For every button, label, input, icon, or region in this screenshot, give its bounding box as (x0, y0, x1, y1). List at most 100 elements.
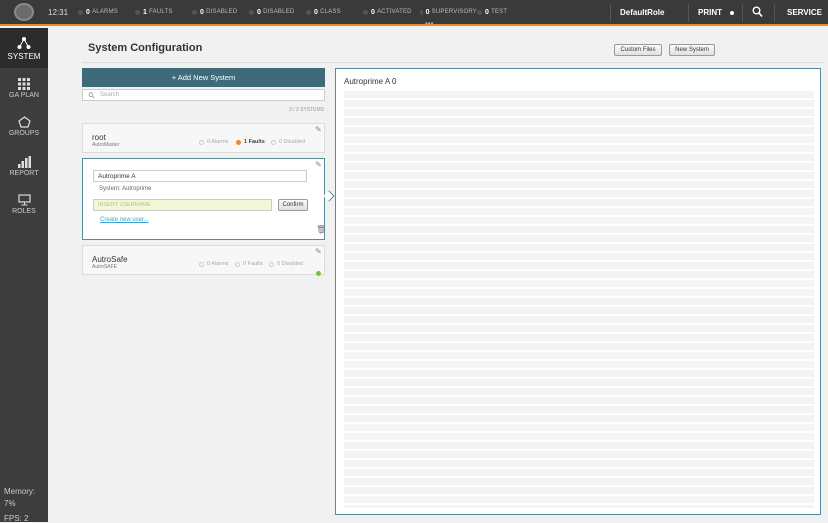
system-card-root[interactable]: ✎ root AutroMaster 0 Alarms 1 Faults 0 D… (82, 123, 325, 153)
status-dot-icon (363, 9, 368, 15)
stat-alarms[interactable]: 0 ALARMS (78, 9, 135, 16)
sidebar-item-system[interactable]: SYSTEM (0, 28, 48, 68)
status-dot-icon (78, 9, 83, 15)
status-dot-icon (192, 9, 197, 15)
create-new-user-link[interactable]: Create new user... (100, 217, 149, 223)
username-input[interactable]: INSERT USERNAME (93, 199, 272, 211)
custom-files-button[interactable]: Custom Files (614, 44, 662, 56)
stat-label: TEST (491, 9, 508, 15)
system-type: AutroMaster (92, 142, 120, 148)
status-dot-icon (269, 261, 274, 267)
stat-class[interactable]: 0 CLASS (306, 9, 363, 16)
service-button[interactable]: SERVICE (787, 8, 822, 17)
stat-disabled[interactable]: 0 DISABLED (192, 9, 249, 16)
status-dot-icon (199, 139, 204, 145)
system-card-autrosafe[interactable]: ✎ AutroSafe AutroSAFE 0 Alarms 0 Faults … (82, 245, 325, 276)
clock: 12:31 (48, 7, 69, 17)
system-name: AutroSafe (92, 255, 128, 264)
stat-label: CLASS (320, 9, 341, 15)
sidebar-item-roles[interactable]: ROLES (0, 194, 48, 215)
print-indicator-icon (730, 11, 734, 15)
stat-label: FAULTS (149, 9, 173, 15)
stat-supervisory[interactable]: 0 SUPERVISORY (420, 9, 477, 16)
sidebar: SYSTEM GA PLAN GROUPS REPORT ROLES Memor… (0, 28, 48, 523)
pill-label: 0 Faults (243, 261, 263, 267)
stat-count: 1 (143, 8, 148, 16)
stat-label: ACTIVATED (377, 9, 412, 15)
status-dot-icon (199, 261, 204, 267)
role-label[interactable]: DefaultRole (620, 8, 664, 17)
add-new-system-button[interactable]: + Add New System (82, 68, 325, 87)
sidebar-item-ga-plan[interactable]: GA PLAN (0, 78, 48, 99)
stat-count: 0 (200, 8, 205, 16)
stat-label: DISABLED (263, 9, 295, 15)
groups-icon (17, 116, 31, 128)
status-dot-icon (235, 261, 240, 267)
report-icon (17, 156, 31, 168)
alarms-pill: 0 Alarms (199, 139, 228, 145)
trash-icon[interactable]: 🗑 (316, 225, 326, 234)
divider (774, 4, 775, 22)
memory-readout: Memory: 7% (4, 486, 35, 510)
print-button[interactable]: PRINT (698, 8, 722, 17)
status-dot-icon (306, 9, 311, 15)
system-count: 3 / 3 SYSTEMS (288, 107, 324, 113)
confirm-button[interactable]: Confirm (278, 199, 308, 211)
status-dot-icon (249, 9, 254, 15)
search-icon[interactable] (752, 6, 763, 18)
fault-dot-icon (236, 139, 241, 145)
more-indicator[interactable]: ••• (425, 20, 433, 28)
detail-list (344, 91, 814, 508)
stat-count: 0 (86, 8, 91, 16)
edit-pencil-icon[interactable]: ✎ (315, 247, 322, 256)
stat-label: SUPERVISORY (431, 9, 477, 15)
sidebar-item-label: REPORT (9, 170, 39, 177)
memory-label: Memory: (4, 487, 36, 496)
pill-label: 0 Disabled (277, 261, 303, 267)
stat-count: 0 (425, 8, 430, 16)
stat-faults[interactable]: 1 FAULTS (135, 9, 192, 16)
system-type-line: System: Autroprime (99, 186, 152, 192)
logo[interactable] (0, 0, 48, 24)
search-input[interactable]: Search (82, 89, 325, 101)
sidebar-item-label: ROLES (12, 208, 36, 215)
alarms-pill: 0 Alarms (199, 261, 228, 267)
stat-label: DISABLED (206, 9, 238, 15)
edit-pencil-icon[interactable]: ✎ (315, 160, 322, 169)
stat-count: 0 (371, 8, 376, 16)
stat-test[interactable]: 0 TEST (477, 9, 534, 16)
grid-icon (18, 78, 30, 90)
new-system-button[interactable]: New System (669, 44, 715, 56)
edit-pencil-icon[interactable]: ✎ (315, 125, 322, 134)
system-icon (17, 37, 31, 49)
pill-label: 1 Faults (244, 139, 265, 145)
stat-label: ALARMS (92, 9, 118, 15)
status-dot-icon (420, 9, 423, 15)
stat-count: 0 (485, 8, 490, 16)
sidebar-item-report[interactable]: REPORT (0, 156, 48, 177)
logo-icon (14, 3, 34, 21)
stat-count: 0 (314, 8, 319, 16)
disabled-pill: 0 Disabled (271, 139, 305, 145)
status-dot-icon (477, 9, 482, 15)
sidebar-item-groups[interactable]: GROUPS (0, 116, 48, 137)
disabled-pill: 0 Disabled (269, 261, 303, 267)
divider (82, 62, 824, 63)
search-placeholder: Search (100, 92, 120, 98)
roles-icon (17, 194, 31, 206)
stat-activated[interactable]: 0 ACTIVATED (363, 9, 420, 16)
stat-disabled-2[interactable]: 0 DISABLED (249, 9, 306, 16)
sidebar-item-label: GROUPS (8, 130, 40, 137)
system-name-field[interactable]: Autroprime A (93, 170, 307, 182)
sidebar-item-label: SYSTEM (7, 52, 41, 61)
memory-value: 7% (4, 499, 16, 508)
panel-title: Autroprime A 0 (344, 77, 397, 86)
system-detail-panel: Autroprime A 0 (335, 68, 821, 515)
top-bar: 12:31 0 ALARMS 1 FAULTS 0 DISABLED 0 DISABLE… (0, 0, 828, 28)
divider (610, 4, 611, 22)
system-name: root (92, 133, 106, 142)
system-card-edit: ✎ Autroprime A System: Autroprime INSERT… (82, 158, 335, 240)
stat-count: 0 (257, 8, 262, 16)
faults-pill: 1 Faults (236, 139, 265, 145)
selection-arrow-icon (323, 190, 335, 202)
